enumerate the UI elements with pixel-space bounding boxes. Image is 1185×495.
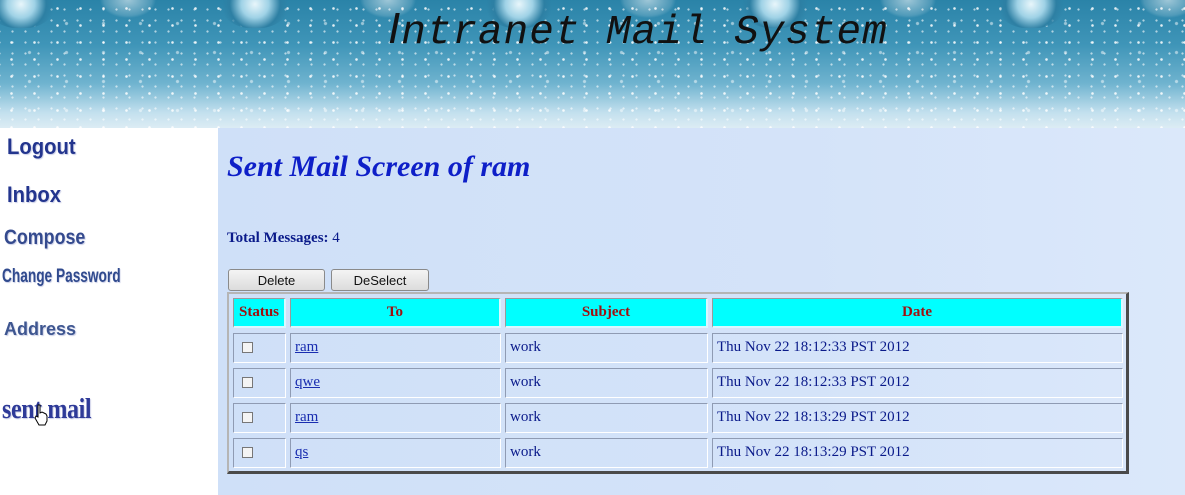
table-row-to-cell: qs xyxy=(290,438,501,468)
row-select-checkbox[interactable] xyxy=(242,377,253,388)
table-row-status-cell xyxy=(233,403,286,433)
column-header-date: Date xyxy=(712,298,1123,328)
table-row-date-cell: Thu Nov 22 18:12:33 PST 2012 xyxy=(712,368,1123,398)
page-title: Sent Mail Screen of ram xyxy=(227,150,531,183)
table-row-date-cell: Thu Nov 22 18:13:29 PST 2012 xyxy=(712,438,1123,468)
recipient-link[interactable]: ram xyxy=(295,409,318,425)
table-row-subject-cell: work xyxy=(505,368,708,398)
total-messages: Total Messages: 4 xyxy=(227,230,340,247)
header-banner: Intranet Mail System xyxy=(0,0,1185,128)
table-row-status-cell xyxy=(233,438,286,468)
sidebar-item-address[interactable]: Address xyxy=(4,319,76,340)
main-content: Sent Mail Screen of ram Total Messages: … xyxy=(218,128,1185,495)
app-title-rest: ntranet Mail System xyxy=(401,10,888,56)
row-select-checkbox[interactable] xyxy=(242,447,253,458)
column-header-status: Status xyxy=(233,298,286,328)
table-row-date-cell: Thu Nov 22 18:13:29 PST 2012 xyxy=(712,403,1123,433)
table-row-to-cell: ram xyxy=(290,333,501,363)
table-row-to-cell: qwe xyxy=(290,368,501,398)
column-header-to: To xyxy=(290,298,501,328)
sidebar-item-logout[interactable]: Logout xyxy=(7,134,76,160)
app-title-initial: I xyxy=(388,4,402,53)
table-row-subject-cell: work xyxy=(505,403,708,433)
table-row-status-cell xyxy=(233,368,286,398)
sidebar-item-change-password[interactable]: Change Password xyxy=(2,266,121,288)
total-messages-count: 4 xyxy=(332,230,340,246)
table-row-to-cell: ram xyxy=(290,403,501,433)
recipient-link[interactable]: ram xyxy=(295,339,318,355)
sidebar-item-compose[interactable]: Compose xyxy=(4,226,85,250)
total-messages-label: Total Messages: xyxy=(227,230,329,246)
column-header-subject: Subject xyxy=(505,298,708,328)
recipient-link[interactable]: qs xyxy=(295,444,308,460)
sidebar: Logout Inbox Compose Change Password Add… xyxy=(0,128,218,495)
table-row-status-cell xyxy=(233,333,286,363)
table-row-date-cell: Thu Nov 22 18:12:33 PST 2012 xyxy=(712,333,1123,363)
row-select-checkbox[interactable] xyxy=(242,342,253,353)
row-select-checkbox[interactable] xyxy=(242,412,253,423)
hand-pointer-cursor-icon xyxy=(34,404,48,426)
table-row-subject-cell: work xyxy=(505,438,708,468)
table-row-subject-cell: work xyxy=(505,333,708,363)
delete-button[interactable]: Delete xyxy=(228,269,325,291)
app-title: Intranet Mail System xyxy=(388,4,888,56)
sidebar-item-inbox[interactable]: Inbox xyxy=(7,182,61,208)
deselect-button[interactable]: DeSelect xyxy=(331,269,429,291)
sent-mail-table: Status To Subject Date ram work Thu Nov … xyxy=(227,292,1129,474)
recipient-link[interactable]: qwe xyxy=(295,374,320,390)
